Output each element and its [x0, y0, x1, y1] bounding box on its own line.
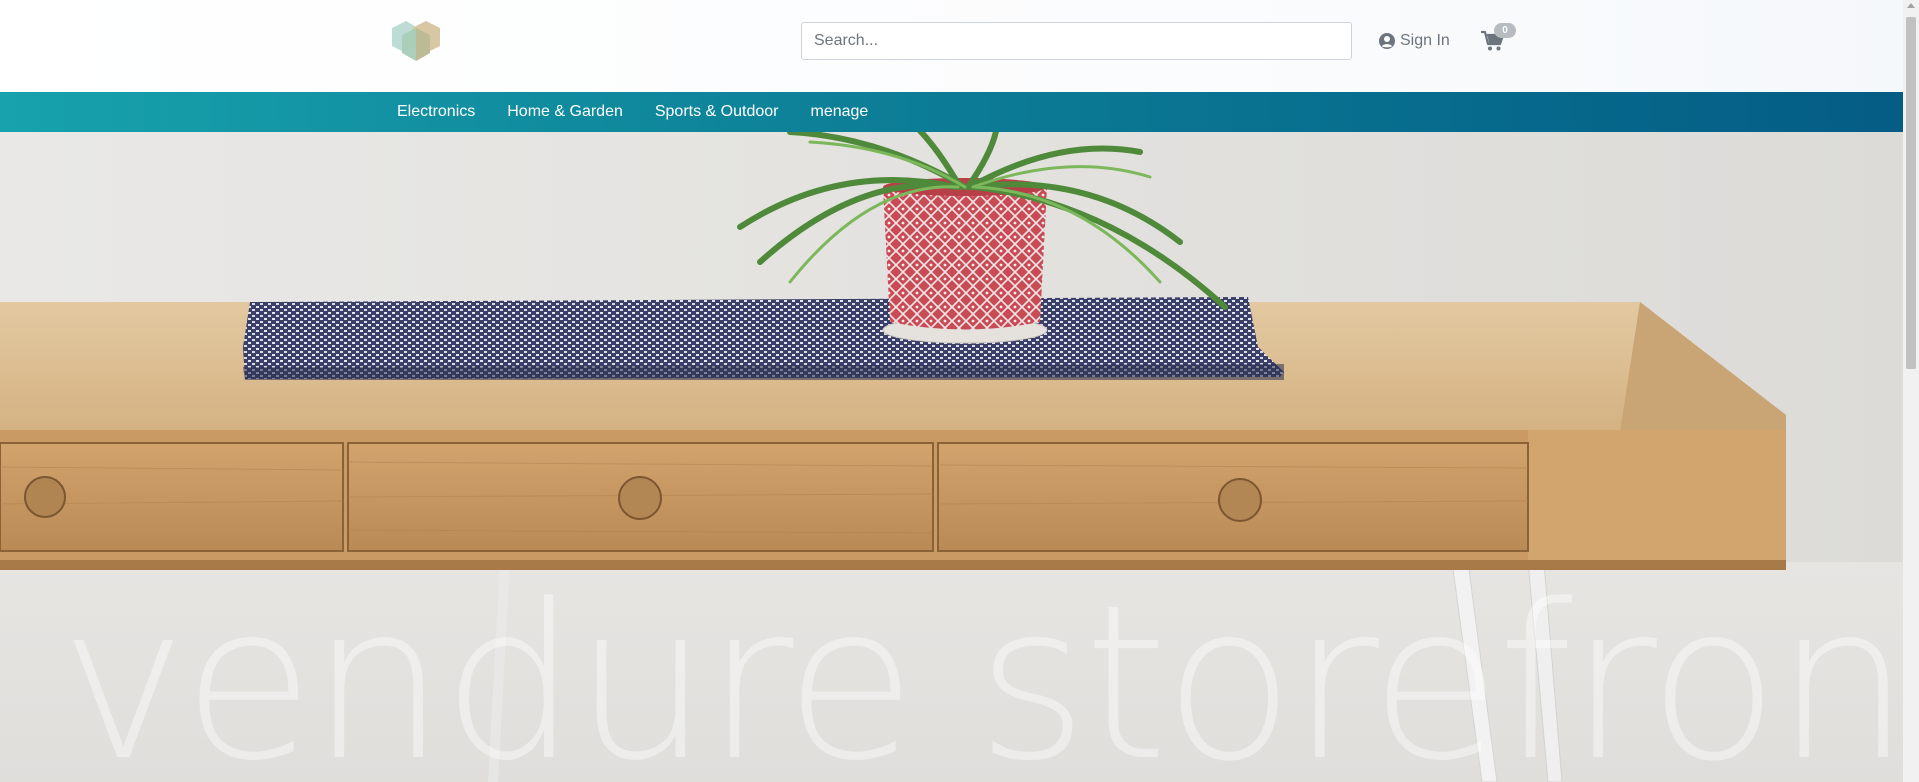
page-scrollbar[interactable]: [1903, 0, 1919, 782]
nav-item-home-garden[interactable]: Home & Garden: [491, 92, 639, 132]
page: Sign In 0 Electronics Home & Garden Spor…: [0, 0, 1903, 782]
scroll-up-arrow-icon[interactable]: [1907, 3, 1915, 8]
category-nav: Electronics Home & Garden Sports & Outdo…: [0, 92, 1903, 132]
site-header: Sign In 0: [0, 0, 1903, 92]
cart-count-badge: 0: [1494, 23, 1516, 38]
hero-title: vendure storefront: [60, 559, 1903, 782]
scrollbar-thumb[interactable]: [1906, 17, 1916, 369]
hero-banner: vendure storefront: [0, 132, 1903, 782]
user-circle-icon: [1379, 33, 1395, 49]
vendure-logo-icon[interactable]: [388, 20, 442, 62]
nav-item-menage[interactable]: menage: [794, 92, 884, 132]
nav-item-sports-outdoor[interactable]: Sports & Outdoor: [639, 92, 795, 132]
nav-item-electronics[interactable]: Electronics: [381, 92, 491, 132]
sign-in-label: Sign In: [1400, 32, 1450, 49]
search-input[interactable]: [801, 22, 1352, 60]
sign-in-link[interactable]: Sign In: [1379, 29, 1450, 53]
